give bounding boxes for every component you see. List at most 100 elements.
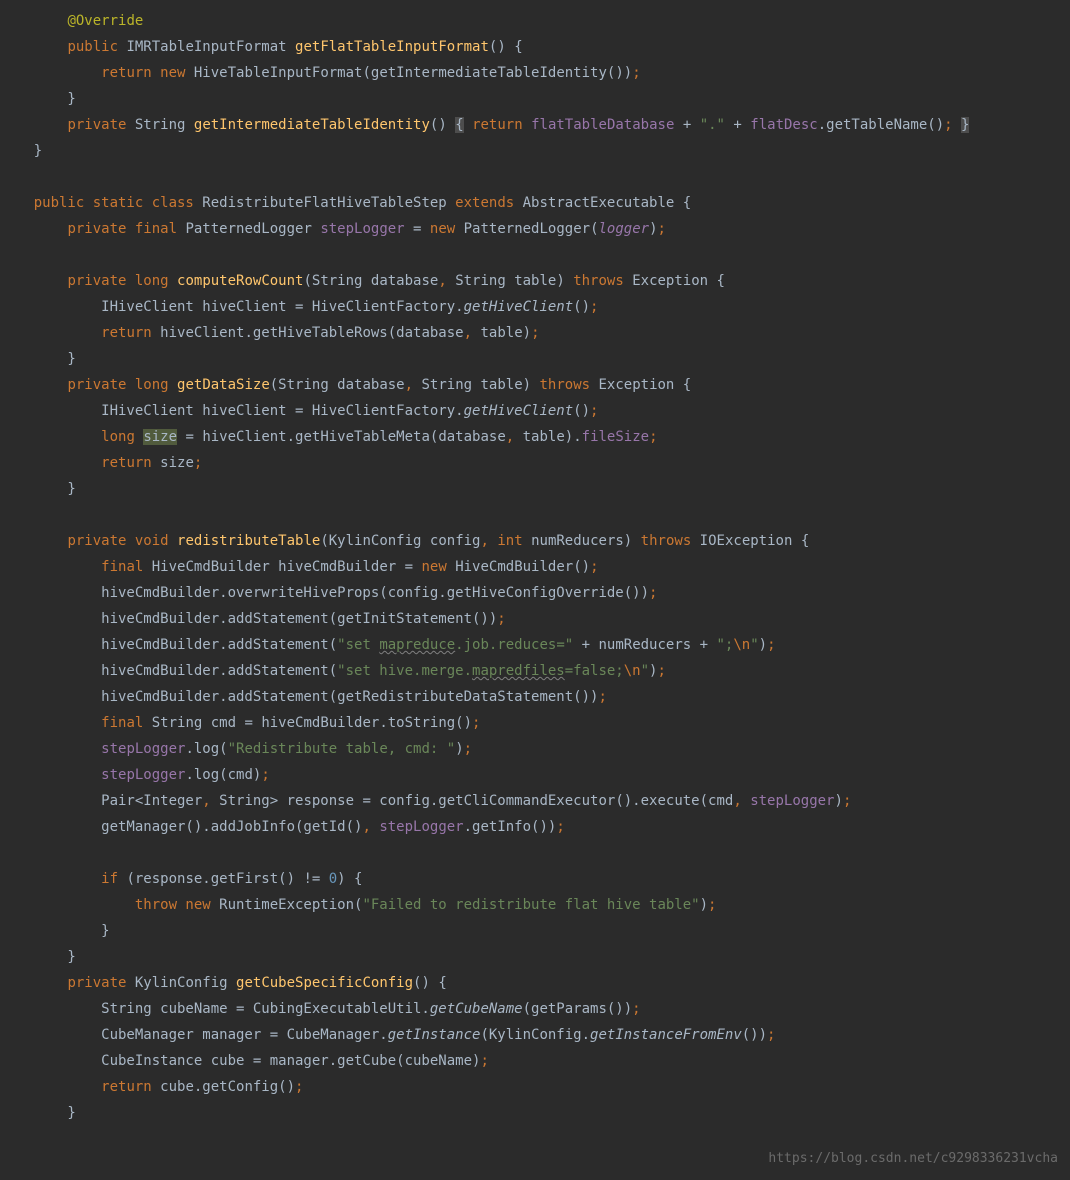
code-line[interactable]: private final PatternedLogger stepLogger…	[0, 216, 1070, 242]
code-token: .job.reduces="	[455, 637, 573, 653]
code-line[interactable]: final String cmd = hiveCmdBuilder.toStri…	[0, 710, 1070, 736]
code-line[interactable]: return new HiveTableInputFormat(getInter…	[0, 60, 1070, 86]
code-token: ;	[708, 897, 716, 913]
code-line[interactable]: }	[0, 944, 1070, 970]
code-token: PatternedLogger(	[455, 221, 598, 237]
code-line[interactable]: return hiveClient.getHiveTableRows(datab…	[0, 320, 1070, 346]
code-token: )	[759, 637, 767, 653]
code-token: private	[67, 975, 126, 991]
code-token: mapreduce	[379, 637, 455, 653]
code-line[interactable]: Pair<Integer, String> response = config.…	[0, 788, 1070, 814]
code-line[interactable]: stepLogger.log(cmd);	[0, 762, 1070, 788]
code-token	[0, 221, 67, 237]
code-line[interactable]	[0, 840, 1070, 866]
code-editor[interactable]: @Override public IMRTableInputFormat get…	[0, 0, 1070, 1126]
code-token: return	[472, 117, 523, 133]
code-token: .log(cmd)	[185, 767, 261, 783]
code-token: () {	[413, 975, 447, 991]
code-token: table).	[514, 429, 581, 445]
code-token: CubeInstance cube = manager.getCube(cube…	[0, 1053, 480, 1069]
code-token: getIntermediateTableIdentity	[194, 117, 430, 133]
code-line[interactable]: }	[0, 346, 1070, 372]
code-token	[169, 377, 177, 393]
code-token: .getInfo())	[464, 819, 557, 835]
code-token: 0	[329, 871, 337, 887]
code-line[interactable]: hiveCmdBuilder.addStatement(getRedistrib…	[0, 684, 1070, 710]
code-token: ())	[742, 1027, 767, 1043]
code-token: getCubeName	[430, 1001, 523, 1017]
code-token: IMRTableInputFormat	[118, 39, 295, 55]
code-token	[0, 273, 67, 289]
code-token	[0, 455, 101, 471]
code-line[interactable]: private long computeRowCount(String data…	[0, 268, 1070, 294]
code-token: ;	[598, 689, 606, 705]
code-token: String cubeName = CubingExecutableUtil.	[0, 1001, 430, 1017]
code-line[interactable]: IHiveClient hiveClient = HiveClientFacto…	[0, 294, 1070, 320]
code-token	[0, 741, 101, 757]
code-line[interactable]: private String getIntermediateTableIdent…	[0, 112, 1070, 138]
code-line[interactable]: public static class RedistributeFlatHive…	[0, 190, 1070, 216]
code-line[interactable]	[0, 242, 1070, 268]
code-token: hiveCmdBuilder.addStatement(	[0, 637, 337, 653]
code-token: if	[101, 871, 118, 887]
code-token: throw new	[135, 897, 211, 913]
code-token: \n	[624, 663, 641, 679]
code-token: ;	[649, 585, 657, 601]
code-line[interactable]: CubeInstance cube = manager.getCube(cube…	[0, 1048, 1070, 1074]
code-token: ;	[658, 221, 666, 237]
code-token: KylinConfig	[126, 975, 236, 991]
code-line[interactable]: return size;	[0, 450, 1070, 476]
code-token	[0, 871, 101, 887]
code-line[interactable]: hiveCmdBuilder.addStatement(getInitState…	[0, 606, 1070, 632]
code-token: ;	[497, 611, 505, 627]
code-token: {	[455, 117, 463, 133]
code-line[interactable]: public IMRTableInputFormat getFlatTableI…	[0, 34, 1070, 60]
code-token	[0, 897, 135, 913]
code-token	[0, 39, 67, 55]
code-token: ;	[480, 1053, 488, 1069]
code-token	[0, 429, 101, 445]
code-token: +	[725, 117, 750, 133]
code-token: ;	[556, 819, 564, 835]
code-line[interactable]: throw new RuntimeException("Failed to re…	[0, 892, 1070, 918]
code-line[interactable]: long size = hiveClient.getHiveTableMeta(…	[0, 424, 1070, 450]
code-token: Exception {	[624, 273, 725, 289]
code-token: =	[405, 221, 430, 237]
code-token: ;	[944, 117, 952, 133]
code-token: + numReducers +	[573, 637, 716, 653]
code-line[interactable]: String cubeName = CubingExecutableUtil.g…	[0, 996, 1070, 1022]
code-line[interactable]: hiveCmdBuilder.addStatement("set hive.me…	[0, 658, 1070, 684]
code-line[interactable]: @Override	[0, 8, 1070, 34]
code-token: getFlatTableInputFormat	[295, 39, 489, 55]
code-line[interactable]: if (response.getFirst() != 0) {	[0, 866, 1070, 892]
code-line[interactable]: stepLogger.log("Redistribute table, cmd:…	[0, 736, 1070, 762]
code-token: ;	[843, 793, 851, 809]
code-token: flatDesc	[750, 117, 817, 133]
code-token: }	[0, 923, 110, 939]
code-line[interactable]: hiveCmdBuilder.addStatement("set mapredu…	[0, 632, 1070, 658]
code-token: }	[0, 91, 76, 107]
code-line[interactable]: private long getDataSize(String database…	[0, 372, 1070, 398]
code-token: (response.getFirst() !=	[118, 871, 329, 887]
code-line[interactable]: getManager().addJobInfo(getId(), stepLog…	[0, 814, 1070, 840]
code-line[interactable]: return cube.getConfig();	[0, 1074, 1070, 1100]
code-token: stepLogger	[101, 767, 185, 783]
code-line[interactable]: }	[0, 138, 1070, 164]
code-token: ,	[362, 819, 370, 835]
code-line[interactable]	[0, 164, 1070, 190]
code-token: size	[152, 455, 194, 471]
code-token: "."	[700, 117, 725, 133]
code-line[interactable]: }	[0, 86, 1070, 112]
code-line[interactable]: }	[0, 918, 1070, 944]
code-line[interactable]: IHiveClient hiveClient = HiveClientFacto…	[0, 398, 1070, 424]
code-line[interactable]: }	[0, 1100, 1070, 1126]
code-line[interactable]	[0, 502, 1070, 528]
code-line[interactable]: private void redistributeTable(KylinConf…	[0, 528, 1070, 554]
code-token: stepLogger	[320, 221, 404, 237]
code-line[interactable]: final HiveCmdBuilder hiveCmdBuilder = ne…	[0, 554, 1070, 580]
code-line[interactable]: CubeManager manager = CubeManager.getIns…	[0, 1022, 1070, 1048]
code-line[interactable]: }	[0, 476, 1070, 502]
code-line[interactable]: private KylinConfig getCubeSpecificConfi…	[0, 970, 1070, 996]
code-line[interactable]: hiveCmdBuilder.overwriteHiveProps(config…	[0, 580, 1070, 606]
code-token: "	[750, 637, 758, 653]
